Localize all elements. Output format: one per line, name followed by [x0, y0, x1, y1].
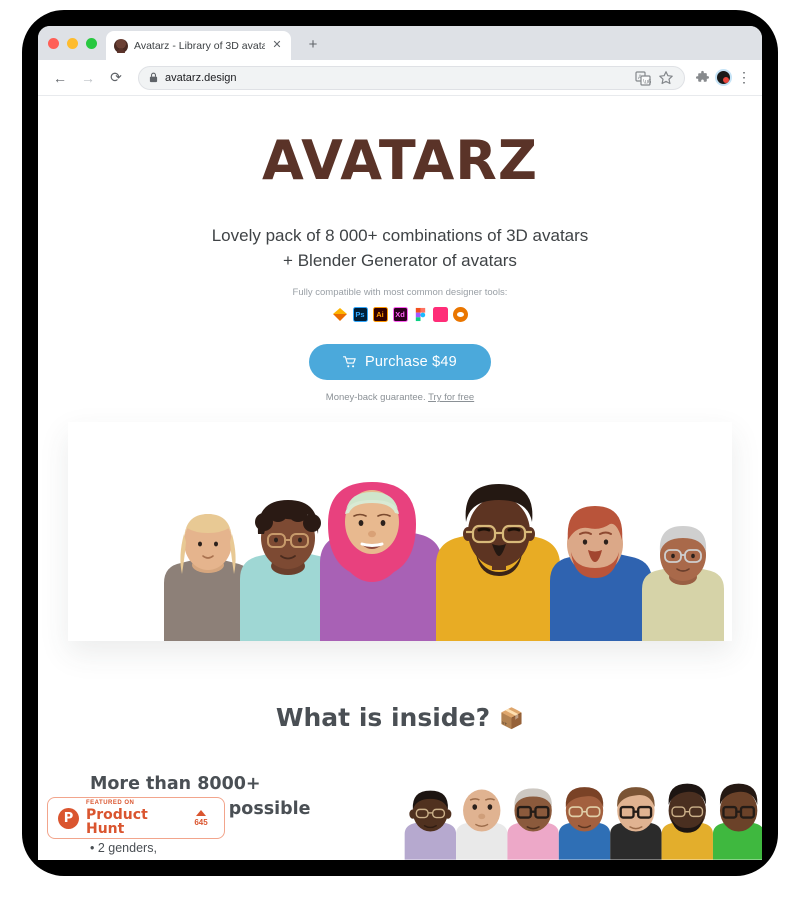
- product-hunt-featured-label: FEATURED ON: [86, 800, 135, 806]
- browser-toolbar: ← → ⟳ avatarz.design A \u6587 ⋮: [38, 60, 762, 96]
- maximize-window-button[interactable]: [86, 38, 97, 49]
- tagline-line-1: Lovely pack of 8 000+ combinations of 3D…: [211, 226, 589, 245]
- browser-tab[interactable]: Avatarz - Library of 3D avatars ✕: [106, 31, 291, 60]
- product-hunt-logo-icon: P: [58, 807, 79, 829]
- svg-text:\u6587: \u6587: [643, 79, 651, 85]
- cart-icon: [343, 356, 356, 368]
- product-hunt-votes[interactable]: 645: [188, 809, 214, 827]
- guarantee-text: Money-back guarantee.: [325, 392, 429, 404]
- browser-window: Avatarz - Library of 3D avatars ✕ + ← → …: [38, 26, 762, 860]
- browser-menu-button[interactable]: ⋮: [736, 70, 752, 84]
- feature-item: • 2 genders,: [90, 840, 157, 855]
- tab-title: Avatarz - Library of 3D avatars: [134, 39, 265, 52]
- sketch-icon: [332, 307, 348, 322]
- hero-image-card: [68, 422, 732, 642]
- compatibility-note: Fully compatible with most common design…: [292, 287, 508, 299]
- product-hunt-text: FEATURED ON Product Hunt: [86, 800, 181, 836]
- back-button[interactable]: ←: [48, 66, 72, 90]
- designer-tool-icons: Ps Ai Xd: [38, 307, 762, 323]
- tagline-line-2: + Blender Generator of avatars: [283, 250, 517, 270]
- upvote-arrow-icon: [196, 809, 206, 816]
- close-icon[interactable]: ✕: [271, 40, 283, 51]
- hero-section: AVATARZ Lovely pack of 8 000+ combinatio…: [38, 96, 762, 404]
- inside-title-text: What is inside?: [275, 703, 491, 733]
- adobe-xd-icon: Xd: [392, 307, 408, 323]
- figma-icon: [413, 307, 428, 322]
- illustrator-icon: Ai: [372, 307, 388, 323]
- extensions-puzzle-icon[interactable]: [695, 70, 711, 86]
- hero-avatars-illustration: [68, 422, 732, 642]
- product-hunt-badge[interactable]: P FEATURED ON Product Hunt 645: [47, 797, 225, 839]
- reload-button[interactable]: ⟳: [104, 66, 128, 90]
- purchase-button-label: Purchase $49: [365, 354, 457, 371]
- package-box-icon: 📦: [499, 705, 525, 730]
- product-hunt-name: Product Hunt: [86, 807, 148, 837]
- lock-icon: [149, 72, 158, 83]
- product-hunt-vote-count: 645: [194, 817, 208, 827]
- purchase-button[interactable]: Purchase $49: [309, 344, 491, 381]
- photoshop-icon: Ps: [352, 307, 368, 323]
- new-tab-button[interactable]: +: [303, 35, 323, 55]
- profile-avatar[interactable]: [715, 69, 732, 86]
- address-bar[interactable]: avatarz.design A \u6587: [138, 65, 685, 90]
- page-content: AVATARZ Lovely pack of 8 000+ combinatio…: [38, 96, 762, 860]
- section-title-what-is-inside: What is inside? 📦: [38, 703, 762, 732]
- page-title: AVATARZ: [261, 129, 539, 192]
- url-text: avatarz.design: [165, 71, 237, 84]
- forward-button[interactable]: →: [76, 66, 100, 90]
- avatar-grid-illustration: [400, 772, 762, 860]
- invision-icon: [432, 307, 448, 323]
- blender-icon: [452, 307, 468, 323]
- tab-strip: Avatarz - Library of 3D avatars ✕ +: [38, 26, 762, 60]
- guarantee-row: Money-back guarantee. Try for free: [38, 392, 762, 403]
- close-window-button[interactable]: [48, 38, 59, 49]
- avatar-favicon-icon: [114, 38, 128, 53]
- try-for-free-link[interactable]: Try for free: [428, 392, 474, 403]
- window-traffic-lights: [48, 38, 97, 49]
- translate-icon[interactable]: A \u6587: [635, 70, 651, 86]
- minimize-window-button[interactable]: [67, 38, 78, 49]
- bookmark-star-icon[interactable]: [658, 70, 674, 86]
